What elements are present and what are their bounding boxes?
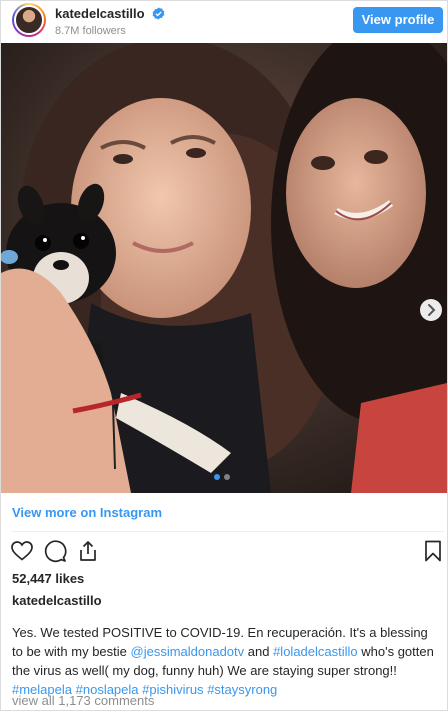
user-info: katedelcastillo 8.7M followers bbox=[55, 5, 165, 37]
caption-text: and bbox=[244, 644, 274, 659]
divider bbox=[12, 531, 444, 532]
avatar[interactable] bbox=[14, 5, 44, 35]
verified-badge-icon bbox=[152, 7, 165, 20]
like-count[interactable]: 52,447 likes bbox=[12, 571, 84, 586]
post-caption: Yes. We tested POSITIVE to COVID-19. En … bbox=[12, 623, 442, 699]
hashtag-link[interactable]: #staysyrong bbox=[207, 682, 277, 697]
caption-username[interactable]: katedelcastillo bbox=[12, 593, 102, 608]
mention-link[interactable]: @jessimaldonadotv bbox=[131, 644, 245, 659]
username[interactable]: katedelcastillo bbox=[55, 6, 145, 21]
story-ring[interactable] bbox=[12, 3, 46, 37]
carousel-dot-2 bbox=[224, 474, 230, 480]
follower-count: 8.7M followers bbox=[55, 25, 126, 37]
instagram-embed: katedelcastillo 8.7M followers View prof… bbox=[0, 0, 448, 711]
post-header: katedelcastillo 8.7M followers View prof… bbox=[1, 1, 447, 43]
view-all-comments-link[interactable]: view all 1,173 comments bbox=[12, 693, 154, 708]
comment-icon[interactable] bbox=[43, 539, 67, 563]
selfie-photo bbox=[1, 43, 447, 493]
post-photo[interactable] bbox=[1, 43, 447, 493]
hashtag-link[interactable]: #loladelcastillo bbox=[273, 644, 358, 659]
share-icon[interactable] bbox=[76, 539, 100, 563]
carousel-dot-1 bbox=[214, 474, 220, 480]
heart-icon[interactable] bbox=[10, 539, 34, 563]
carousel-dots bbox=[214, 474, 230, 480]
view-profile-button[interactable]: View profile bbox=[353, 7, 443, 33]
chevron-right-icon bbox=[428, 304, 436, 316]
next-photo-button[interactable] bbox=[420, 299, 442, 321]
action-bar bbox=[10, 539, 444, 565]
bookmark-icon[interactable] bbox=[421, 539, 445, 563]
view-more-on-instagram-link[interactable]: View more on Instagram bbox=[12, 505, 162, 520]
